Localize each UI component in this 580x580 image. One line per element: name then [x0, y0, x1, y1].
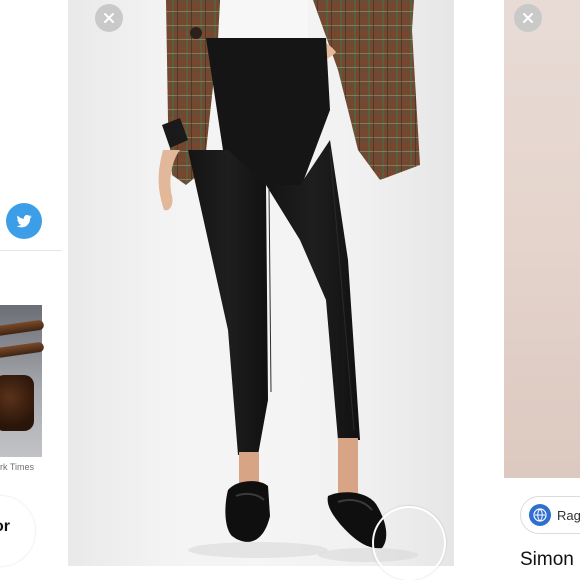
pastry-stick-shape [0, 319, 45, 337]
product-photo [504, 0, 580, 478]
close-icon [104, 13, 114, 23]
close-icon [523, 13, 533, 23]
divider [0, 250, 62, 251]
image-source-label: rk Times [0, 462, 35, 472]
left-result-card[interactable]: rk Times or [0, 0, 62, 580]
twitter-icon [16, 214, 32, 228]
right-result-card[interactable]: Rag Simon [504, 0, 580, 580]
twitter-share-button[interactable] [6, 203, 42, 239]
article-thumbnail[interactable] [0, 305, 45, 457]
pastry-shape [0, 375, 34, 431]
focus-ring [372, 506, 446, 580]
close-button[interactable] [95, 4, 123, 32]
source-chip[interactable]: Rag [520, 496, 580, 534]
product-title[interactable]: Simon [520, 549, 574, 571]
focus-ring [0, 496, 35, 566]
pastry-stick-shape [0, 341, 45, 359]
product-photo [158, 0, 420, 562]
close-button[interactable] [514, 4, 542, 32]
globe-icon [529, 504, 551, 526]
source-chip-label: Rag [557, 507, 580, 523]
product-image-card[interactable] [68, 0, 454, 566]
